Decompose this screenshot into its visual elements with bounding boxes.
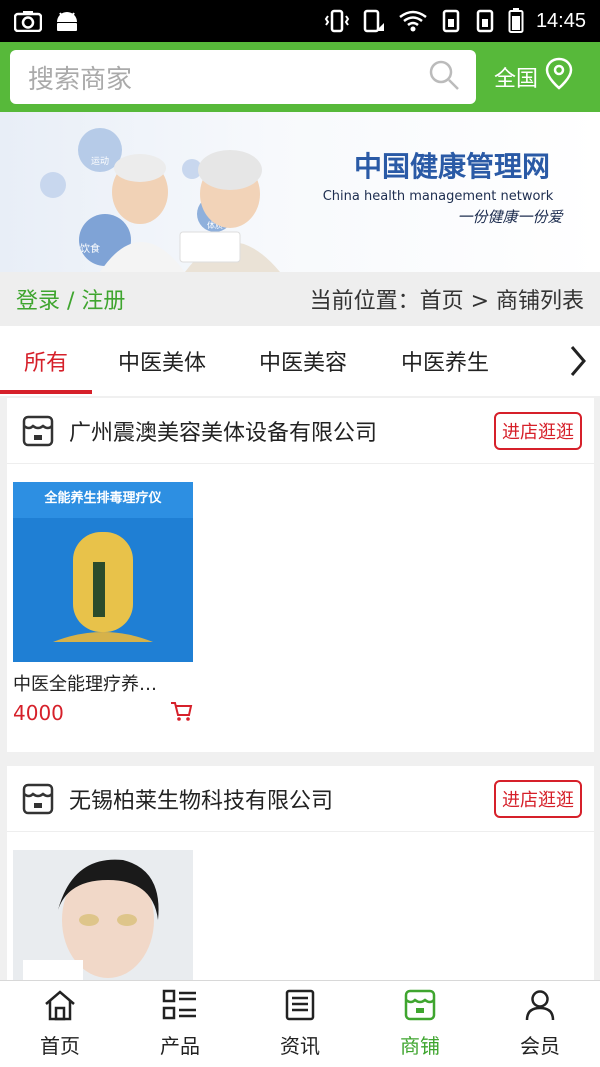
user-icon [524, 989, 556, 1026]
banner-logo-subtitle: China health management network [323, 189, 554, 204]
bubble-2-text: 饮食 [80, 242, 100, 255]
tab-tcm-beauty[interactable]: 中医美容 [232, 326, 374, 396]
shop-header: 广州震澳美容美体设备有限公司 进店逛逛 [7, 398, 594, 464]
nav-products[interactable]: 产品 [120, 981, 240, 1067]
shop-card: 广州震澳美容美体设备有限公司 进店逛逛 全能养生排毒理疗仪 中医全能理疗养… 4… [7, 398, 594, 752]
category-tabs: 所有 中医美体 中医美容 中医养生 [0, 326, 600, 396]
banner-slogan: 一份健康一份爱 [457, 208, 564, 226]
header-bar: 搜索商家 全国 [0, 42, 600, 112]
location-pin-icon [544, 57, 574, 97]
login-register-link[interactable]: 登录 / 注册 [16, 283, 125, 315]
status-bar: 14:45 [0, 0, 600, 42]
nav-shops[interactable]: 商铺 [360, 981, 480, 1067]
clock: 14:45 [535, 9, 586, 32]
chevron-right-icon[interactable] [568, 344, 588, 382]
product-image[interactable]: 全能养生排毒理疗仪 [13, 482, 193, 662]
product-image-caption: 全能养生排毒理疗仪 [43, 490, 162, 506]
tab-all[interactable]: 所有 [0, 326, 92, 396]
home-icon [43, 989, 77, 1026]
sim1-icon [440, 9, 462, 33]
shop-icon [403, 989, 437, 1026]
nav-member[interactable]: 会员 [480, 981, 600, 1067]
sim-signal-icon [362, 9, 386, 33]
search-input[interactable]: 搜索商家 [10, 50, 476, 104]
screenshot-icon [14, 10, 42, 32]
tab-tcm-health-label: 中医养生 [400, 351, 489, 376]
store-icon [21, 782, 55, 816]
tab-tcm-body-label: 中医美体 [117, 351, 206, 376]
nav-member-label: 会员 [520, 1034, 560, 1058]
nav-shops-label: 商铺 [400, 1034, 440, 1058]
product-name[interactable]: 中医全能理疗养… [13, 670, 193, 696]
shop-name[interactable]: 广州震澳美容美体设备有限公司 [69, 415, 494, 447]
sim2-icon [474, 9, 496, 33]
nav-news[interactable]: 资讯 [240, 981, 360, 1067]
visit-shop-button[interactable]: 进店逛逛 [494, 411, 582, 450]
cart-icon[interactable] [169, 700, 193, 726]
tab-all-label: 所有 [23, 351, 68, 376]
promo-banner[interactable]: 运动 饮食 体质 中国健康管理网 China health management… [0, 112, 600, 272]
nav-news-label: 资讯 [280, 1034, 320, 1058]
news-icon [284, 989, 316, 1026]
search-placeholder: 搜索商家 [28, 64, 133, 95]
tab-tcm-body[interactable]: 中医美体 [92, 326, 232, 396]
nav-home[interactable]: 首页 [0, 981, 120, 1067]
store-icon [21, 414, 55, 448]
product-price: 4000 [13, 701, 64, 725]
breadcrumb: 当前位置：首页 > 商铺列表 [309, 289, 584, 314]
android-icon [54, 10, 80, 32]
visit-shop-button[interactable]: 进店逛逛 [494, 779, 582, 818]
shop-header: 无锡柏莱生物科技有限公司 进店逛逛 [7, 766, 594, 832]
shop-name[interactable]: 无锡柏莱生物科技有限公司 [69, 783, 494, 815]
bubble-1-text: 运动 [91, 156, 109, 167]
battery-icon [508, 8, 524, 34]
region-selector[interactable]: 全国 [494, 57, 574, 97]
wifi-icon [398, 9, 428, 33]
tab-tcm-health[interactable]: 中医养生 [374, 326, 516, 396]
search-icon[interactable] [428, 59, 460, 95]
vibrate-icon [324, 9, 350, 33]
nav-home-label: 首页 [40, 1034, 80, 1058]
bottom-navigation: 首页 产品 资讯 商铺 会员 [0, 980, 600, 1067]
banner-logo-title: 中国健康管理网 [354, 150, 550, 183]
shop-card: 无锡柏莱生物科技有限公司 进店逛逛 [7, 766, 594, 1000]
list-icon [162, 989, 198, 1026]
nav-products-label: 产品 [160, 1034, 200, 1058]
tab-tcm-beauty-label: 中医美容 [258, 351, 347, 376]
region-label: 全国 [494, 67, 539, 92]
product-image[interactable] [13, 850, 193, 1000]
location-bar: 登录 / 注册 当前位置：首页 > 商铺列表 [0, 272, 600, 326]
